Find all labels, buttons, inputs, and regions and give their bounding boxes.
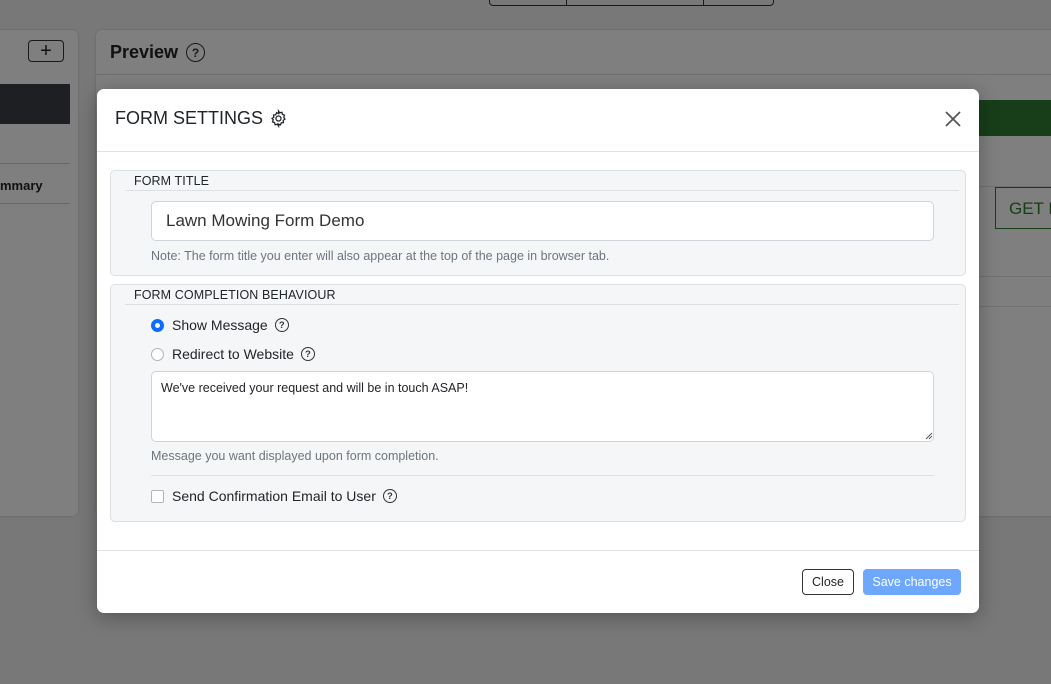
completion-message-help: Message you want displayed upon form com… — [151, 449, 439, 463]
confirmation-email-checkbox[interactable] — [151, 489, 164, 503]
gear-icon — [271, 109, 286, 128]
section-legend: FORM COMPLETION BEHAVIOUR — [134, 288, 336, 302]
save-changes-button[interactable]: Save changes — [863, 569, 961, 595]
modal-title-wrap: FORM SETTINGS — [115, 108, 288, 129]
modal-title: FORM SETTINGS — [115, 108, 263, 128]
modal-footer: Close Save changes — [97, 550, 979, 613]
option-label: Redirect to Website — [172, 346, 294, 362]
resize-handle-icon[interactable] — [925, 432, 933, 440]
redirect-website-radio[interactable] — [151, 347, 164, 361]
help-icon[interactable]: ? — [274, 318, 289, 332]
option-show-message[interactable]: Show Message ? — [151, 317, 289, 333]
form-title-input[interactable] — [151, 201, 934, 241]
completion-behaviour-section: FORM COMPLETION BEHAVIOUR Show Message ?… — [110, 284, 966, 522]
form-title-section: FORM TITLE Note: The form title you ente… — [110, 170, 966, 276]
close-icon[interactable] — [943, 109, 963, 129]
help-icon[interactable]: ? — [382, 489, 397, 503]
close-button[interactable]: Close — [802, 569, 854, 595]
modal-body: FORM TITLE Note: The form title you ente… — [97, 152, 979, 550]
help-icon[interactable]: ? — [300, 347, 315, 361]
form-title-note: Note: The form title you enter will also… — [151, 249, 610, 263]
modal-header: FORM SETTINGS — [97, 89, 979, 152]
confirmation-email-option[interactable]: Send Confirmation Email to User ? — [151, 488, 397, 504]
confirmation-email-label: Send Confirmation Email to User — [172, 488, 376, 504]
show-message-radio[interactable] — [151, 318, 164, 332]
option-label: Show Message — [172, 317, 268, 333]
section-legend: FORM TITLE — [134, 174, 210, 188]
form-settings-modal: FORM SETTINGS FORM TITLE Note: The form … — [97, 89, 979, 613]
divider — [151, 475, 934, 476]
option-redirect-website[interactable]: Redirect to Website ? — [151, 346, 315, 362]
completion-message-textarea[interactable]: We've received your request and will be … — [151, 371, 934, 442]
legend-divider — [125, 304, 959, 305]
legend-divider — [125, 190, 959, 191]
